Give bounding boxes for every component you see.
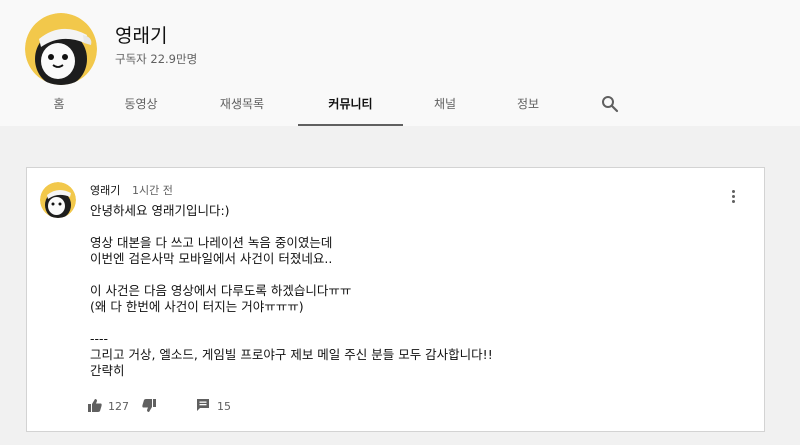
like-count: 127: [108, 400, 129, 413]
channel-name: 영래기: [115, 25, 168, 47]
post-line: (왜 다 한번에 사건이 터지는 거야ㅠㅠㅠ): [90, 299, 304, 314]
post-line: ----: [90, 331, 109, 346]
post-time[interactable]: 1시간 전: [132, 182, 173, 198]
post-line: 이번엔 검은사막 모바일에서 사건이 터졌네요..: [90, 251, 333, 266]
comment-icon[interactable]: [197, 399, 210, 415]
channel-header: 영래기 구독자 22.9만명 홈 동영상 재생목록 커뮤니티 채널 정보: [0, 0, 800, 126]
read-less-link[interactable]: 간략히: [90, 363, 740, 379]
comment-count: 15: [217, 400, 231, 413]
tab-about[interactable]: 정보: [506, 84, 550, 126]
channel-avatar[interactable]: [25, 13, 97, 85]
tab-home[interactable]: 홈: [44, 84, 74, 126]
tab-playlists[interactable]: 재생목록: [207, 84, 277, 126]
channel-tabs: 홈 동영상 재생목록 커뮤니티 채널 정보: [0, 84, 800, 126]
search-icon[interactable]: [601, 95, 619, 113]
tab-channels[interactable]: 채널: [425, 84, 465, 126]
post-body: 안녕하세요 영래기입니다:) 영상 대본을 다 쓰고 나레이션 녹음 중이였는데…: [90, 203, 740, 379]
post-author[interactable]: 영래기: [90, 182, 120, 198]
tab-community[interactable]: 커뮤니티: [298, 84, 403, 126]
post-line: 영상 대본을 다 쓰고 나레이션 녹음 중이였는데: [90, 235, 333, 250]
post-line: 안녕하세요 영래기입니다:): [90, 203, 230, 218]
tab-videos[interactable]: 동영상: [115, 84, 167, 126]
post-line: 이 사건은 다음 영상에서 다루도록 하겠습니다ㅠㅠ: [90, 283, 352, 298]
thumb-down-icon[interactable]: [142, 399, 156, 415]
thumb-up-icon[interactable]: [88, 399, 102, 415]
subscriber-count: 구독자 22.9만명: [115, 52, 198, 66]
author-avatar[interactable]: [40, 182, 76, 218]
post-line: 그리고 거상, 엘소드, 게임빌 프로야구 제보 메일 주신 분들 모두 감사합…: [90, 347, 493, 362]
community-post: 영래기 1시간 전 안녕하세요 영래기입니다:) 영상 대본을 다 쓰고 나레이…: [26, 167, 765, 432]
